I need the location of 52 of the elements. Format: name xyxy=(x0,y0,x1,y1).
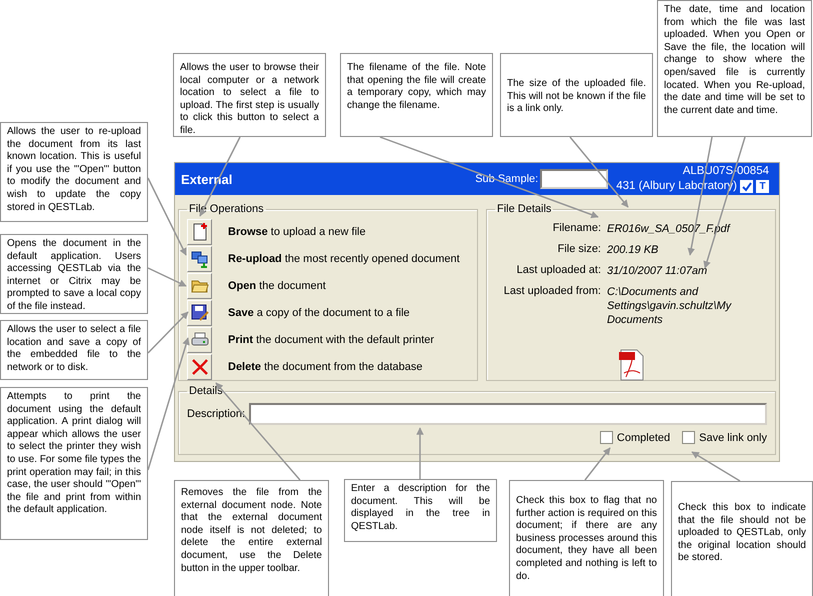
callout-text: Check this box to indicate that the file should not be uploaded to QESTLab, only the original location should be stored. xyxy=(671,481,813,596)
leader-arrow xyxy=(148,267,187,287)
callout-text: Check this box to flag that no further action is required on this document; if there are any business processes around this document, they have all been completed and nothing is left to do. xyxy=(509,480,664,596)
checkbox-label: Save link only xyxy=(699,432,767,444)
field-value: 31/10/2007 11:07am xyxy=(607,264,708,278)
callout-text: Allows the user to select a file location and save a copy of the embedded file to the network or to disk. xyxy=(0,320,148,380)
sub-sample-field[interactable] xyxy=(540,169,608,189)
field-label: File size: xyxy=(556,243,601,257)
print-button[interactable] xyxy=(187,327,212,353)
printer-icon xyxy=(190,332,208,348)
checkbox[interactable] xyxy=(600,431,613,444)
description-field[interactable] xyxy=(249,403,767,425)
callout-text: Enter a description for the document. This will be displayed in the tree in QESTLab. xyxy=(344,479,497,542)
save-button[interactable] xyxy=(187,300,212,326)
checkbox-label: Completed xyxy=(616,432,670,444)
callout-text: The filename of the file. Note that opening the file will create a temporary copy, which may change the filename. xyxy=(340,53,493,137)
delete-button[interactable] xyxy=(187,354,212,380)
callout-text: Allows the user to browse their local computer or a network location to select a file to upload. The first step is usually to click this button to select a file. xyxy=(173,53,326,137)
field-label: Filename: xyxy=(552,222,601,236)
leader-arrow xyxy=(584,447,611,480)
reupload-button[interactable] xyxy=(187,246,212,272)
group-title: File Details xyxy=(496,203,552,215)
pdf-file-icon xyxy=(618,349,644,381)
leader-arrow xyxy=(691,451,740,482)
operation-description: Re-upload the most recently opened document xyxy=(228,253,460,265)
field-value: 200.19 KB xyxy=(607,243,660,257)
leader-arrow xyxy=(416,427,424,479)
field-label: Last uploaded at: xyxy=(516,264,601,278)
field-label: Last uploaded from: xyxy=(502,285,601,299)
field-value: C:\Documents and Settings\gavin.schultz\My Documents xyxy=(607,285,732,327)
checkbox[interactable] xyxy=(682,431,696,444)
callout-text: Removes the file from the external document node. Note that the external document node itself is not deleted; to delete the entire external document, use the Delete button in the upper toolbar. xyxy=(174,480,329,596)
computer-upload-icon xyxy=(190,250,208,268)
callout-text: The date, time and location from which the file was last uploaded. When you Open or Save the file, the location will change to show where the open/saved file is currently located. When you Re-upload, the date and time will be set to the current date and time. xyxy=(657,0,812,137)
callout-text: Allows the user to re-upload the document from its last known location. This is useful if you use the '"Open"' button to modify the document and wish to update the copy stored in QESTLab. xyxy=(0,122,148,222)
operation-description: Open the document xyxy=(228,280,326,292)
callout-text: The size of the uploaded file. This will not be known if the file is a link only. xyxy=(500,53,653,137)
folder-icon xyxy=(190,278,208,294)
open-button[interactable] xyxy=(187,273,212,299)
callout-text: Opens the document in the default application. Users accessing QESTLab via the internet or Citrix may be prompted to save a local copy of the file instead. xyxy=(0,234,148,314)
operation-description: Print the document with the default printer xyxy=(228,334,434,346)
group-title: Details xyxy=(188,385,224,397)
operation-description: Save a copy of the document to a file xyxy=(228,307,410,319)
operation-description: Delete the document from the database xyxy=(228,361,422,373)
field-label: Description: xyxy=(187,408,246,420)
delete-icon xyxy=(190,358,208,376)
callout-text: Attempts to print the document using the default application. A print dialog will appear which allows the user to select the printer they wish to use. For some file types the print operation may fail; in this case, the user should '"Open"' the file and print from within the default application. xyxy=(0,387,148,540)
new-file-icon xyxy=(192,223,208,241)
operation-description: Browse to upload a new file xyxy=(228,226,366,238)
browse-button[interactable] xyxy=(187,219,212,245)
field-value: ER016w_SA_0507_F.pdf xyxy=(607,222,732,236)
toggle-button[interactable]: T xyxy=(756,180,769,193)
